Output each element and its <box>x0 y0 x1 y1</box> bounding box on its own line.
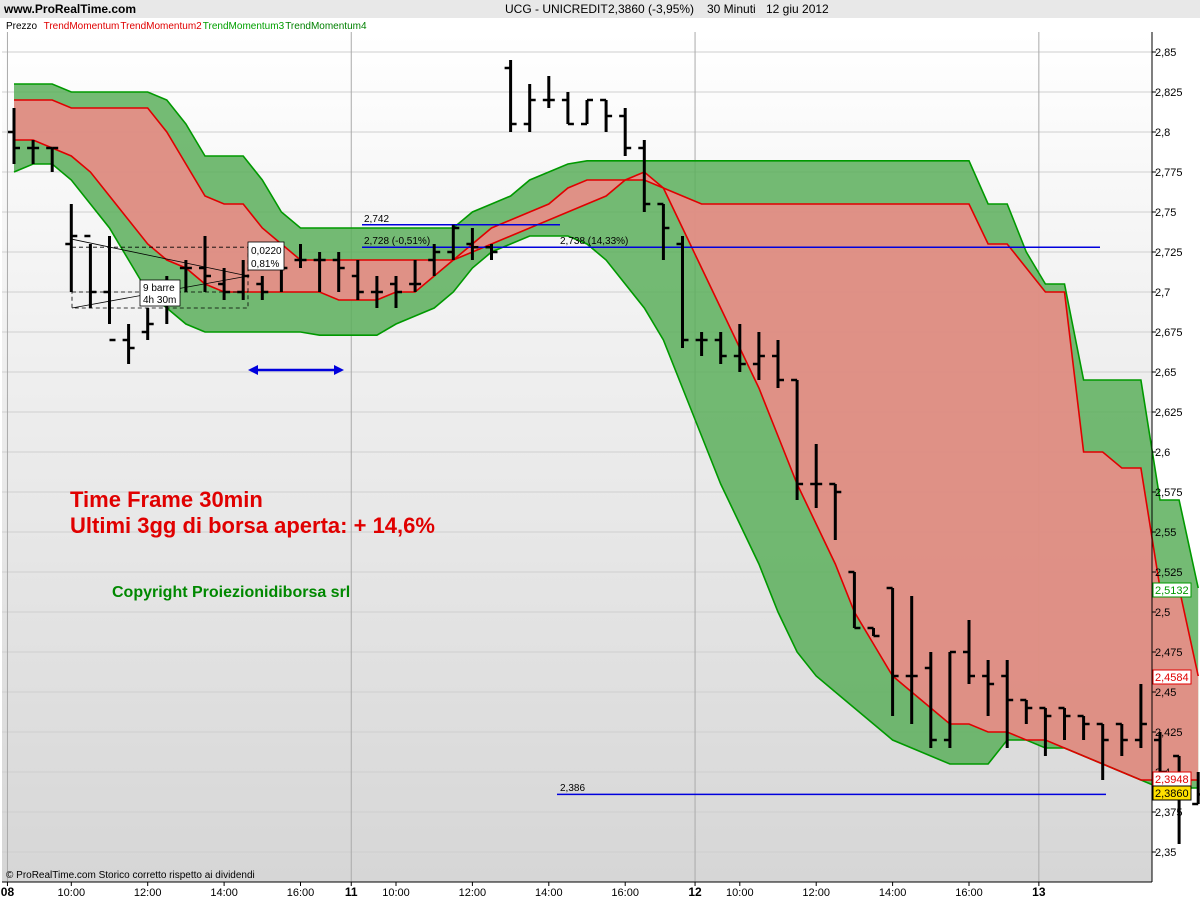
measure-percent: 0,81% <box>251 259 279 270</box>
copyright-text: Copyright Proiezionidiborsa srl <box>112 584 350 601</box>
y-tick-label: 2,525 <box>1155 567 1183 579</box>
bars-count: 9 barre <box>143 283 175 294</box>
legend-item: TrendMomentum3 <box>203 21 285 32</box>
site-name[interactable]: www.ProRealTime.com <box>3 2 136 16</box>
level-label-2386: 2,386 <box>560 783 585 794</box>
level-label-2742: 2,742 <box>364 214 389 225</box>
legend-item: Prezzo <box>6 21 38 32</box>
legend: Prezzo TrendMomentum TrendMomentum2 TrendMo… <box>6 21 367 32</box>
x-tick-label: 14:00 <box>535 887 563 899</box>
x-tick-label: 14:00 <box>879 887 907 899</box>
price-info: 2,3860 (-3,95%) <box>608 2 694 16</box>
chart-date: 12 giu 2012 <box>766 2 829 16</box>
tag-red-label: 2,4584 <box>1155 672 1189 684</box>
headline-timeframe: Time Frame 30min <box>70 487 263 512</box>
tag-red2-label: 2,3948 <box>1155 774 1189 786</box>
footer-text: © ProRealTime.com Storico corretto rispe… <box>6 870 255 881</box>
y-tick-label: 2,575 <box>1155 487 1183 499</box>
y-tick-label: 2,375 <box>1155 807 1183 819</box>
chart-root: 2,352,3752,42,4252,452,4752,52,5252,552,… <box>0 0 1200 900</box>
x-tick-label: 12:00 <box>459 887 487 899</box>
x-tick-label: 12:00 <box>802 887 830 899</box>
y-tick-label: 2,65 <box>1155 367 1176 379</box>
instrument-title: UCG - UNICREDIT <box>505 2 608 16</box>
y-tick-label: 2,825 <box>1155 87 1183 99</box>
y-tick-label: 2,45 <box>1155 687 1176 699</box>
x-tick-label: 12 <box>688 885 702 899</box>
y-tick-label: 2,8 <box>1155 127 1170 139</box>
y-tick-label: 2,7 <box>1155 287 1170 299</box>
y-tick-label: 2,85 <box>1155 47 1176 59</box>
y-tick-label: 2,725 <box>1155 247 1183 259</box>
timeframe: 30 Minuti <box>707 2 756 16</box>
legend-item: TrendMomentum <box>44 21 120 32</box>
y-tick-label: 2,675 <box>1155 327 1183 339</box>
legend-item: TrendMomentum2 <box>120 21 202 32</box>
x-tick-label: 13 <box>1032 885 1046 899</box>
y-tick-label: 2,6 <box>1155 447 1170 459</box>
y-tick-label: 2,35 <box>1155 847 1176 859</box>
tag-green-label: 2,5132 <box>1155 585 1189 597</box>
level-label-2738: 2,738 (14,33%) <box>560 236 628 247</box>
x-tick-label: 16:00 <box>611 887 639 899</box>
x-tick-label: 14:00 <box>210 887 238 899</box>
x-tick-label: 12:00 <box>134 887 162 899</box>
y-tick-label: 2,775 <box>1155 167 1183 179</box>
x-tick-label: 08 <box>1 885 15 899</box>
y-tick-label: 2,625 <box>1155 407 1183 419</box>
y-tick-label: 2,425 <box>1155 727 1183 739</box>
x-tick-label: 10:00 <box>726 887 754 899</box>
tag-last-label: 2,3860 <box>1155 788 1189 800</box>
x-tick-label: 10:00 <box>382 887 410 899</box>
bars-duration: 4h 30m <box>143 295 176 306</box>
x-tick-label: 11 <box>345 885 358 899</box>
x-tick-label: 16:00 <box>955 887 983 899</box>
measure-delta: 0,0220 <box>251 246 282 257</box>
x-tick-label: 16:00 <box>287 887 315 899</box>
y-tick-label: 2,55 <box>1155 527 1176 539</box>
level-label-2728: 2,728 (-0,51%) <box>364 236 430 247</box>
y-tick-label: 2,475 <box>1155 647 1183 659</box>
price-chart: 2,352,3752,42,4252,452,4752,52,5252,552,… <box>0 0 1200 900</box>
y-tick-label: 2,5 <box>1155 607 1170 619</box>
x-tick-label: 10:00 <box>58 887 86 899</box>
y-tick-label: 2,75 <box>1155 207 1176 219</box>
legend-item: TrendMomentum4 <box>285 21 367 32</box>
headline-performance: Ultimi 3gg di borsa aperta: + 14,6% <box>70 513 435 538</box>
